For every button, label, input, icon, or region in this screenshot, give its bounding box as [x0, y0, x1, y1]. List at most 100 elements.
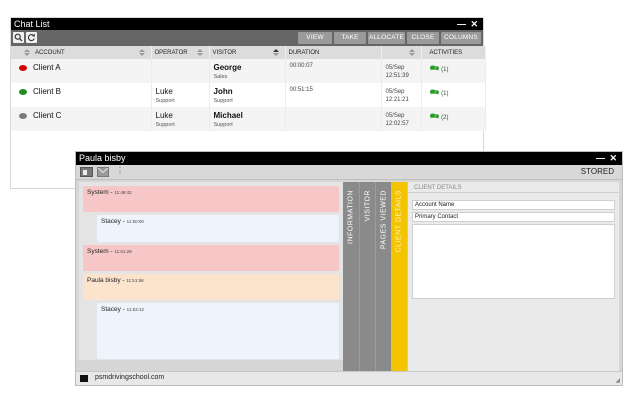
- chat-bubbles-icon[interactable]: 🗪: [430, 112, 440, 121]
- account-name: Client B: [33, 87, 62, 96]
- duration-cell: 00:00:07: [285, 59, 382, 83]
- sort-icon: [196, 49, 203, 56]
- column-header-visitor-label: VISITOR: [212, 49, 237, 56]
- chat-status-icon: [19, 65, 27, 71]
- column-header-activities-label: ACTIVITIES: [429, 49, 463, 56]
- sort-icon: [24, 49, 30, 56]
- table-row[interactable]: Client B Luke Support John Support 00:51:1…: [11, 83, 486, 107]
- more-options-icon[interactable]: ⋮: [116, 166, 124, 175]
- email-icon[interactable]: [97, 167, 109, 177]
- sort-icon: [138, 49, 145, 56]
- chat-list-toolbar: VIEW TAKE ALLOCATE CLOSE COLUMNS: [11, 30, 483, 46]
- tab-information[interactable]: INFORMATION: [343, 182, 359, 372]
- chat-status-icon: [19, 89, 27, 95]
- operator-dept: Support: [155, 98, 175, 104]
- take-button[interactable]: TAKE: [334, 32, 366, 44]
- chat-window-toolbar: ⋮ STORED: [76, 165, 622, 180]
- chat-status-label: STORED: [580, 167, 614, 176]
- operator-name: Luke: [155, 111, 173, 120]
- message-time: 11:51:29: [114, 249, 132, 254]
- tab-information-label: INFORMATION: [347, 190, 355, 244]
- chat-bubbles-icon[interactable]: 🗪: [430, 88, 440, 97]
- column-header-duration[interactable]: DURATION: [285, 46, 382, 59]
- account-name: Client C: [33, 111, 62, 120]
- chat-message: Paula bisby - 11:51:58: [83, 274, 339, 300]
- resize-grip-icon[interactable]: ◢: [615, 377, 620, 384]
- message-time: 11:49:42: [114, 190, 132, 195]
- column-header-account[interactable]: ACCOUNT: [11, 46, 152, 59]
- activities-cell: 🗪 (1): [421, 83, 486, 107]
- operator-cell: Luke Support: [151, 83, 210, 107]
- close-icon[interactable]: ✕: [470, 19, 479, 29]
- client-details-header: CLIENT DETAILS: [408, 182, 619, 193]
- tab-client-details[interactable]: CLIENT DETAILS: [391, 182, 407, 372]
- refresh-icon: [27, 33, 35, 42]
- visitor-dept: Support: [213, 98, 233, 104]
- table-row[interactable]: Client C Luke Support Michael Support 05/S…: [11, 107, 486, 131]
- account-cell: Client A: [11, 59, 152, 83]
- chat-list-title: Chat List: [14, 19, 50, 29]
- chat-transcript[interactable]: System - 11:49:42 Stacey - 11:50:00 Syst…: [79, 182, 343, 360]
- account-name-field[interactable]: Account Name: [412, 200, 615, 210]
- column-header-date[interactable]: [381, 46, 422, 59]
- sort-icon: [408, 49, 415, 56]
- search-icon: [14, 33, 23, 42]
- allocate-button[interactable]: ALLOCATE: [368, 32, 405, 44]
- visitor-cell: Michael Support: [209, 107, 286, 131]
- account-cell: Client B: [11, 83, 152, 107]
- refresh-button[interactable]: [26, 32, 37, 43]
- table-header-row: ACCOUNT OPERATOR VISITOR DURATION ACTIVI…: [11, 46, 486, 59]
- activities-cell: 🗪 (2): [421, 107, 486, 131]
- client-details-panel: CLIENT DETAILS Account Name Primary Cont…: [407, 182, 619, 372]
- tab-visitor[interactable]: VISITOR: [359, 182, 375, 372]
- column-header-duration-label: DURATION: [288, 49, 320, 56]
- activities-cell: 🗪 (1): [421, 59, 486, 83]
- footer-site-url[interactable]: psmdrivingschool.com: [95, 374, 164, 381]
- chat-list-titlebar: Chat List — ✕: [11, 18, 483, 30]
- contact-card-icon[interactable]: [80, 167, 93, 177]
- activities-count: (1): [441, 91, 449, 97]
- column-header-visitor[interactable]: VISITOR: [209, 46, 286, 59]
- tab-pages-viewed-label: PAGES VIEWED: [380, 190, 388, 250]
- visitor-name: George: [213, 63, 242, 72]
- sort-asc-icon: [272, 49, 279, 56]
- message-time: 11:50:00: [126, 219, 144, 224]
- columns-button[interactable]: COLUMNS: [441, 32, 481, 44]
- visitor-dept: Sales: [213, 74, 228, 80]
- client-notes-area[interactable]: [412, 224, 615, 299]
- column-header-account-label: ACCOUNT: [35, 49, 65, 56]
- chat-status-icon: [19, 113, 27, 119]
- chat-bubbles-icon[interactable]: 🗪: [430, 64, 440, 73]
- date-cell: 05/Sep 12:02:57: [381, 107, 422, 131]
- minimize-icon[interactable]: —: [457, 19, 467, 29]
- time-value: 12:21:21: [385, 97, 409, 103]
- chat-message: System - 11:49:42: [83, 186, 339, 212]
- close-chat-button[interactable]: CLOSE: [407, 32, 439, 44]
- search-button[interactable]: [13, 32, 24, 43]
- primary-contact-field[interactable]: Primary Contact: [412, 212, 615, 222]
- account-cell: Client C: [11, 107, 152, 131]
- column-header-operator-label: OPERATOR: [154, 49, 188, 56]
- operator-dept: Support: [155, 122, 175, 128]
- chat-message: Stacey - 11:53:12: [97, 303, 339, 359]
- time-value: 12:51:39: [385, 73, 409, 79]
- visitor-dept: Support: [213, 122, 233, 128]
- view-button[interactable]: VIEW: [298, 32, 332, 44]
- visitor-name: Michael: [213, 111, 243, 120]
- operator-cell: [151, 59, 210, 83]
- account-name: Client A: [33, 63, 61, 72]
- column-header-activities[interactable]: ACTIVITIES: [421, 46, 486, 59]
- chat-window: Paula bisby — ✕ ⋮ STORED System - 11:49:…: [75, 151, 623, 386]
- chat-message: System - 11:51:29: [83, 245, 339, 271]
- column-header-operator[interactable]: OPERATOR: [151, 46, 210, 59]
- chat-window-title: Paula bisby: [79, 153, 126, 163]
- table-row[interactable]: Client A George Sales 00:00:07 05/Sep 12:5…: [11, 59, 486, 83]
- visitor-cell: George Sales: [209, 59, 286, 83]
- close-icon[interactable]: ✕: [609, 153, 618, 163]
- message-sender: System: [87, 248, 109, 255]
- date-value: 05/Sep: [385, 65, 405, 71]
- tab-pages-viewed[interactable]: PAGES VIEWED: [375, 182, 391, 372]
- message-sender: Stacey: [101, 306, 121, 313]
- minimize-icon[interactable]: —: [596, 153, 606, 163]
- window-controls: — ✕: [457, 18, 479, 30]
